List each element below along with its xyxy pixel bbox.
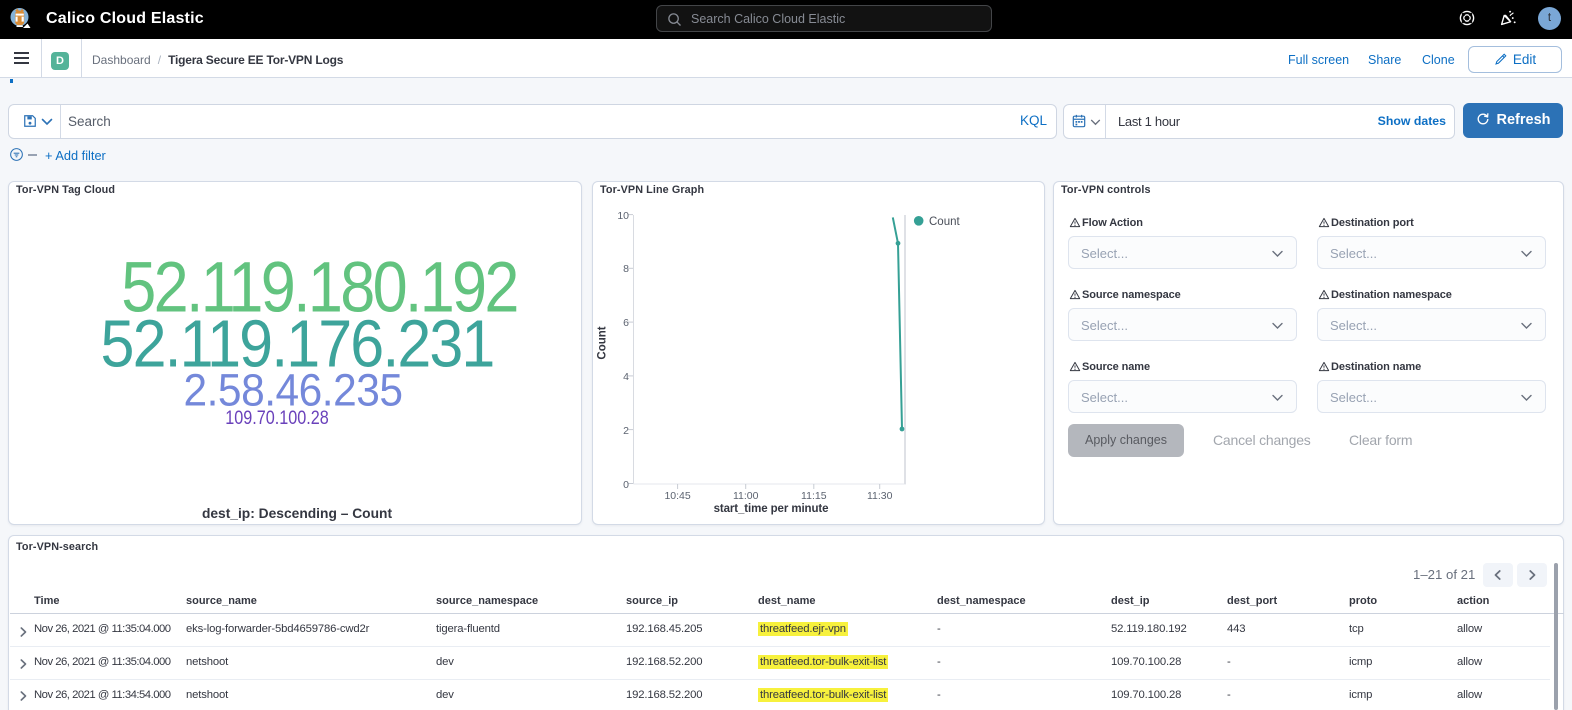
svg-text:11:15: 11:15 xyxy=(801,490,827,502)
svg-text:start_time per minute: start_time per minute xyxy=(714,503,829,515)
svg-text:11:00: 11:00 xyxy=(733,490,759,502)
svg-text:10:45: 10:45 xyxy=(664,490,690,502)
svg-text:Count: Count xyxy=(597,326,609,359)
svg-text:4: 4 xyxy=(623,371,629,383)
svg-text:11:30: 11:30 xyxy=(867,490,893,502)
svg-text:10: 10 xyxy=(617,210,629,222)
svg-text:0: 0 xyxy=(623,479,629,491)
svg-text:Count: Count xyxy=(929,216,960,228)
svg-text:8: 8 xyxy=(623,263,629,275)
svg-text:6: 6 xyxy=(623,317,629,329)
svg-text:2: 2 xyxy=(623,425,629,437)
